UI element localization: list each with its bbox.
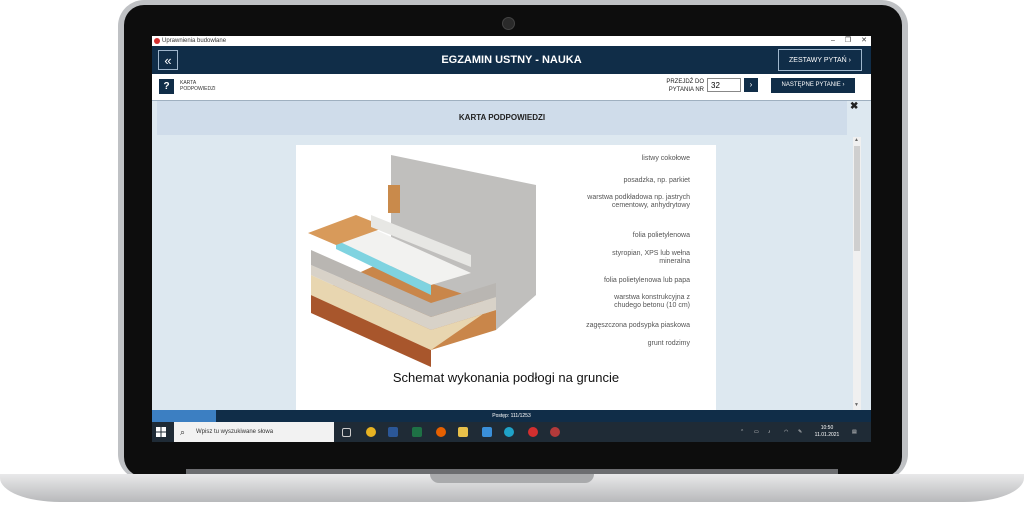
scrollbar-thumb[interactable] bbox=[854, 146, 860, 251]
hint-card-title: KARTA PODPOWIEDZI bbox=[157, 101, 847, 135]
diagram-label-3: warstwa podkładowa np. jastrych cementow… bbox=[587, 194, 690, 209]
webcam bbox=[502, 17, 515, 30]
excel-icon[interactable] bbox=[412, 427, 422, 437]
question-sets-button[interactable]: ZESTAWY PYTAŃ › bbox=[778, 49, 862, 71]
toolbar: ? KARTA PODPOWIEDZI PRZEJDŹ DO PYTANIA N… bbox=[152, 74, 871, 101]
question-number-input[interactable]: 32 bbox=[707, 78, 741, 92]
diagram-label-9: grunt rodzimy bbox=[647, 340, 690, 347]
scroll-up-icon[interactable]: ▲ bbox=[854, 137, 859, 143]
network-icon[interactable]: ◠ bbox=[784, 422, 788, 442]
diagram-label-7: warstwa konstrukcyjna z chudego betonu (… bbox=[614, 294, 690, 309]
other-app-icon[interactable] bbox=[550, 427, 560, 437]
word-icon[interactable] bbox=[388, 427, 398, 437]
goto-question-label: PRZEJDŹ DO PYTANIA NR bbox=[666, 79, 704, 93]
diagram-label-4: folia polietylenowa bbox=[632, 232, 690, 239]
taskbar-search[interactable]: ⌕ Wpisz tu wyszukiwane słowa bbox=[174, 422, 334, 442]
diagram-label-6: folia polietylenowa lub papa bbox=[603, 277, 690, 284]
maximize-button[interactable]: ❐ bbox=[845, 36, 851, 46]
next-question-button[interactable]: NASTĘPNE PYTANIE › bbox=[771, 78, 855, 93]
progress-text: Postęp: 111/1253 bbox=[492, 413, 531, 419]
volume-icon[interactable]: ♪ bbox=[768, 422, 771, 442]
window-titlebar: Uprawnienia budowlane – ❐ ✕ bbox=[152, 36, 871, 46]
tray-chevron-icon[interactable]: ⌃ bbox=[740, 422, 744, 442]
search-placeholder: Wpisz tu wyszukiwane słowa bbox=[196, 429, 274, 435]
screen: Uprawnienia budowlane – ❐ ✕ EGZAMIN USTN… bbox=[152, 36, 871, 442]
close-card-icon[interactable]: ✖ bbox=[850, 101, 858, 112]
taskbar: ⌕ Wpisz tu wyszukiwane słowa ⌃ ▭ ♪ ◠ ✎ 1… bbox=[152, 422, 871, 442]
diagram-label-5: styropian, XPS lub wełna mineralna bbox=[612, 250, 690, 265]
windows-start-icon[interactable] bbox=[156, 427, 166, 437]
battery-icon: ▭ bbox=[754, 429, 759, 435]
firefox-icon[interactable] bbox=[436, 427, 446, 437]
diagram-label-8: zagęszczona podsypka piaskowa bbox=[586, 322, 690, 329]
notification-icon[interactable]: ▤ bbox=[852, 422, 857, 442]
app-taskbar-icon[interactable] bbox=[528, 427, 538, 437]
diagram-label-1: listwy cokołowe bbox=[641, 155, 690, 162]
edge-legacy-icon[interactable] bbox=[482, 427, 492, 437]
progress-bar: Postęp: 111/1253 bbox=[152, 410, 871, 422]
laptop-notch bbox=[430, 474, 594, 483]
page-title: EGZAMIN USTNY - NAUKA bbox=[441, 54, 582, 66]
edge-icon[interactable] bbox=[504, 427, 514, 437]
hint-card-label[interactable]: KARTA PODPOWIEDZI bbox=[180, 80, 230, 92]
floor-diagram: listwy cokołowe posadzka, np. parkiet wa… bbox=[296, 145, 716, 410]
back-button[interactable]: « bbox=[158, 50, 178, 70]
system-clock[interactable]: 10:50 11.01.2021 bbox=[812, 425, 842, 439]
close-window-button[interactable]: ✕ bbox=[861, 36, 867, 46]
pen-icon[interactable]: ✎ bbox=[798, 422, 802, 442]
search-icon: ⌕ bbox=[180, 427, 186, 437]
explorer-icon[interactable] bbox=[458, 427, 468, 437]
chrome-icon[interactable] bbox=[366, 427, 376, 437]
app-header: EGZAMIN USTNY - NAUKA « ZESTAWY PYTAŃ › bbox=[152, 46, 871, 74]
clock-date: 11.01.2021 bbox=[814, 432, 840, 438]
goto-question-button[interactable]: › bbox=[744, 78, 758, 92]
minimize-button[interactable]: – bbox=[831, 36, 835, 46]
app-icon bbox=[154, 38, 160, 44]
diagram-caption: Schemat wykonania podłogi na gruncie bbox=[392, 370, 620, 385]
task-view-icon[interactable] bbox=[342, 428, 351, 437]
diagram-label-2: posadzka, np. parkiet bbox=[623, 177, 690, 184]
scroll-down-icon[interactable]: ▼ bbox=[854, 402, 859, 408]
clock-time: 10:50 bbox=[820, 425, 834, 431]
window-title: Uprawnienia budowlane bbox=[162, 38, 227, 44]
help-icon[interactable]: ? bbox=[159, 79, 174, 94]
